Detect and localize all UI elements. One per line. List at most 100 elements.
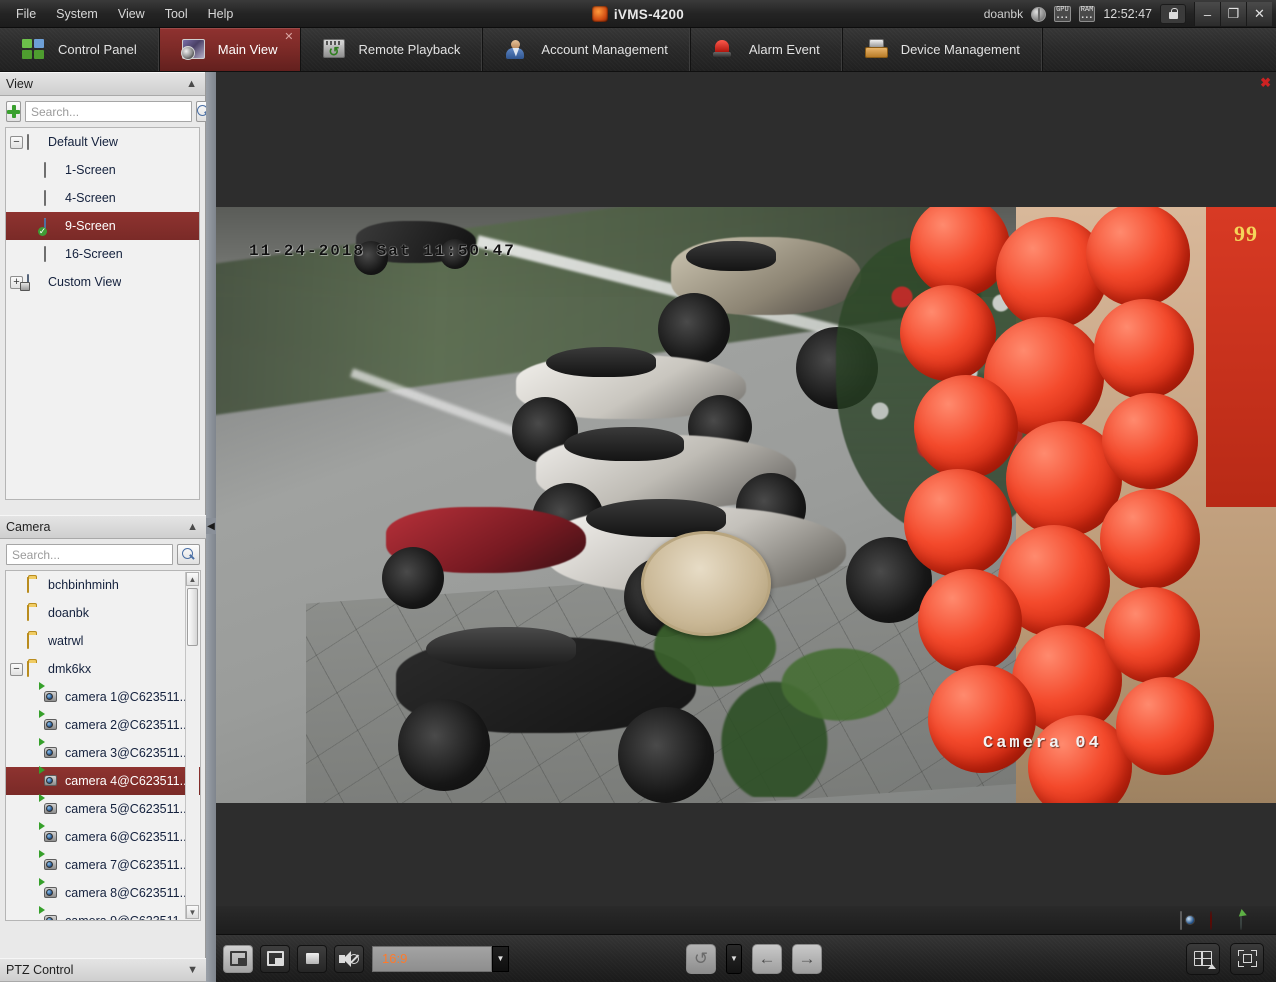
- ptz-status-icon[interactable]: [1240, 911, 1258, 930]
- camera-panel: Camera ▲ bchbinhminh doanbk watrwl: [0, 515, 206, 921]
- snapshot-icon[interactable]: [1180, 911, 1198, 930]
- view-search-input[interactable]: [25, 101, 192, 122]
- camera-panel-title: Camera: [6, 520, 51, 534]
- scene-round-object: [641, 531, 771, 636]
- camera-tree[interactable]: bchbinhminh doanbk watrwl − dmk6kx camer: [5, 570, 201, 921]
- menu-item-view[interactable]: View: [108, 3, 155, 25]
- layout-picker-button[interactable]: [1186, 942, 1220, 975]
- tab-main-view[interactable]: Main View ✕: [159, 28, 301, 71]
- cycle-dropdown-icon[interactable]: ▼: [726, 943, 742, 974]
- tree-row-watrwl[interactable]: watrwl: [6, 627, 200, 655]
- search-icon: [182, 548, 195, 561]
- scene-wheel: [658, 293, 730, 365]
- tree-row-doanbk[interactable]: doanbk: [6, 599, 200, 627]
- camera-icon: [39, 905, 60, 920]
- close-button[interactable]: ✕: [1246, 2, 1272, 26]
- tree-row-custom-view[interactable]: + Custom View: [6, 268, 199, 296]
- device-management-icon: [864, 38, 889, 61]
- app-title: iVMS-4200: [613, 6, 685, 22]
- next-view-button[interactable]: →: [792, 943, 822, 974]
- tab-control-panel[interactable]: Control Panel: [0, 28, 160, 71]
- chevron-down-icon[interactable]: ▼: [187, 964, 198, 976]
- camera-panel-header[interactable]: Camera ▲: [0, 515, 206, 539]
- tree-row-camera-6[interactable]: camera 6@C623511...: [6, 821, 200, 851]
- chevron-up-icon: [1208, 963, 1216, 969]
- previous-view-button[interactable]: ←: [752, 943, 782, 974]
- cycle-view-button[interactable]: ↺: [686, 943, 716, 974]
- lock-icon[interactable]: [1160, 4, 1186, 24]
- tree-row-16-screen[interactable]: 16-Screen: [6, 240, 199, 268]
- tree-row-camera-8[interactable]: camera 8@C623511...: [6, 877, 200, 907]
- scroll-up-icon[interactable]: ▲: [186, 572, 199, 586]
- tree-row-label: 16-Screen: [65, 247, 123, 261]
- alarm-event-icon: [712, 39, 737, 61]
- tree-row-dmk6kx[interactable]: − dmk6kx: [6, 655, 200, 683]
- fullscreen-button[interactable]: [1230, 942, 1264, 975]
- stop-all-button[interactable]: [297, 944, 327, 973]
- tab-device-management[interactable]: Device Management: [843, 28, 1043, 71]
- expand-toggle[interactable]: −: [10, 135, 23, 149]
- video-display-area[interactable]: ✖ 99 11-24-2018 Sat 11:50:47 Camera 04: [216, 72, 1276, 934]
- tree-row-camera-7[interactable]: camera 7@C623511...: [6, 849, 200, 879]
- gpu-badge-label: GPU: [1056, 6, 1069, 14]
- tree-row-label: dmk6kx: [48, 662, 92, 676]
- menu-item-help[interactable]: Help: [198, 3, 244, 25]
- screen-4-icon: [44, 189, 60, 206]
- collapse-left-icon[interactable]: ◀: [206, 518, 216, 534]
- menu-item-file[interactable]: File: [6, 3, 46, 25]
- scene-seat: [546, 347, 656, 377]
- aspect-ratio-select[interactable]: 16:9 ▼: [372, 945, 509, 972]
- tab-account-management[interactable]: Account Management: [483, 28, 691, 71]
- tree-row-9-screen[interactable]: 9-Screen: [6, 212, 199, 240]
- chevron-down-icon[interactable]: ▼: [492, 945, 509, 972]
- osd-timestamp: 11-24-2018 Sat 11:50:47: [249, 242, 516, 260]
- tree-row-label: camera 2@C623511...: [65, 718, 191, 732]
- camera-search-button[interactable]: [177, 544, 200, 565]
- ram-badge-dots: ▪▪▪: [1080, 14, 1094, 21]
- record-icon[interactable]: [1210, 911, 1228, 930]
- multi-layout-button[interactable]: [260, 944, 290, 973]
- tree-row-camera-4[interactable]: camera 4@C623511...: [6, 765, 200, 795]
- tree-row-camera-5[interactable]: camera 5@C623511...: [6, 793, 200, 823]
- aspect-ratio-value[interactable]: 16:9: [372, 945, 492, 972]
- tree-row-camera-1[interactable]: camera 1@C623511...: [6, 681, 200, 711]
- ram-badge[interactable]: RAM ▪▪▪: [1078, 6, 1096, 22]
- folder-icon: [27, 660, 43, 677]
- video-window-camera-04[interactable]: 99 11-24-2018 Sat 11:50:47 Camera 04: [216, 207, 1276, 803]
- add-view-button[interactable]: [6, 101, 21, 122]
- chevron-up-icon[interactable]: ▲: [186, 78, 197, 90]
- main-view-icon: [180, 38, 206, 61]
- chevron-up-icon[interactable]: ▲: [187, 521, 198, 533]
- view-panel-header[interactable]: View ▲: [0, 72, 205, 96]
- close-view-icon[interactable]: ✖: [1260, 76, 1271, 89]
- tree-row-4-screen[interactable]: 4-Screen: [6, 184, 199, 212]
- restore-button[interactable]: ❐: [1220, 2, 1246, 26]
- tab-main-view-close-icon[interactable]: ✕: [284, 32, 293, 43]
- tree-row-default-view[interactable]: − Default View: [6, 128, 199, 156]
- minimize-button[interactable]: –: [1194, 2, 1220, 26]
- tab-remote-playback[interactable]: Remote Playback: [301, 28, 484, 71]
- tree-row-label: 1-Screen: [65, 163, 116, 177]
- ptz-panel-header[interactable]: PTZ Control ▼: [0, 958, 206, 982]
- expand-toggle[interactable]: −: [10, 662, 23, 676]
- camera-tree-scrollbar[interactable]: ▲ ▼: [185, 572, 199, 919]
- menu-item-tool[interactable]: Tool: [155, 3, 198, 25]
- globe-icon[interactable]: [1031, 6, 1047, 22]
- mute-button[interactable]: [334, 944, 364, 973]
- tree-row-camera-2[interactable]: camera 2@C623511...: [6, 709, 200, 739]
- menu-item-system[interactable]: System: [46, 3, 108, 25]
- scroll-down-icon[interactable]: ▼: [186, 905, 199, 919]
- tree-row-camera-9[interactable]: camera 9@C623511...: [6, 905, 200, 921]
- tab-alarm-event[interactable]: Alarm Event: [691, 28, 843, 71]
- tree-row-1-screen[interactable]: 1-Screen: [6, 156, 199, 184]
- camera-search-input[interactable]: [6, 544, 173, 565]
- osd-camera-name: Camera 04: [983, 734, 1102, 753]
- camera-icon: [39, 821, 60, 845]
- gpu-badge[interactable]: GPU ▪▪▪: [1054, 6, 1071, 22]
- scrollbar-thumb[interactable]: [187, 588, 198, 646]
- save-view-button[interactable]: [223, 944, 253, 973]
- tree-row-camera-3[interactable]: camera 3@C623511...: [6, 737, 200, 767]
- view-tree[interactable]: − Default View 1-Screen 4-Screen 9-Scree…: [5, 127, 200, 500]
- tree-row-bchbinhminh[interactable]: bchbinhminh: [6, 571, 200, 599]
- tree-row-label: camera 9@C623511...: [65, 914, 191, 921]
